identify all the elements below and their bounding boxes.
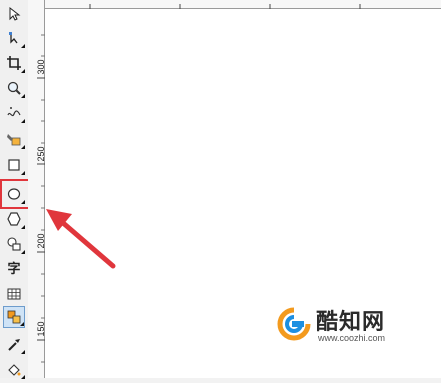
red-pointer-arrow: [46, 209, 116, 269]
watermark: 酷知网 www.coozhi.com: [276, 302, 426, 352]
coozhi-logo-icon: [277, 307, 311, 341]
watermark-url: www.coozhi.com: [318, 333, 386, 343]
watermark-name: 酷知网: [316, 310, 386, 335]
